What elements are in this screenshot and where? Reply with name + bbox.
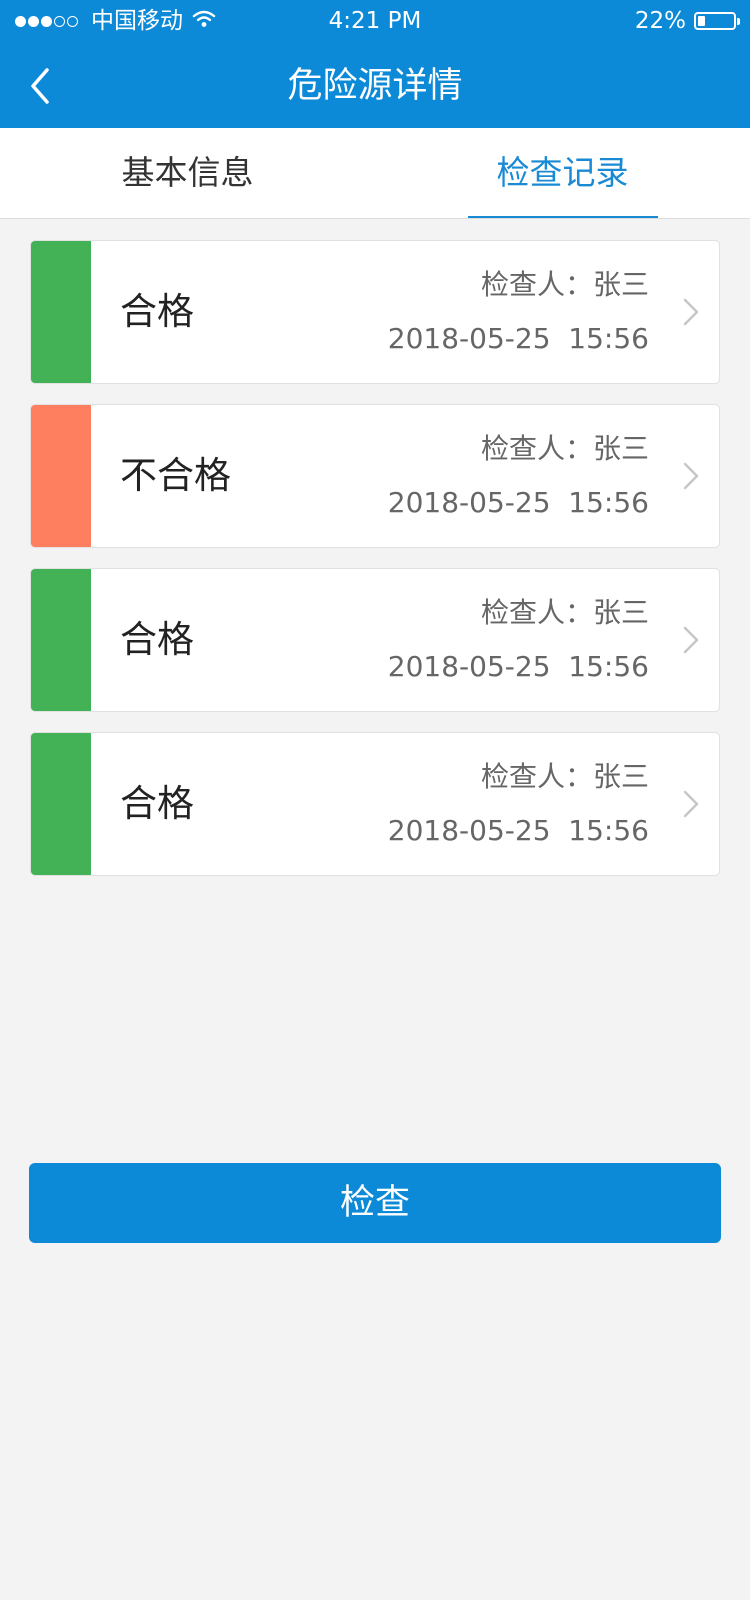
chevron-right-icon: [683, 298, 699, 326]
top-bar: 中国移动 4:21 PM 22% 危险源详情: [0, 0, 750, 128]
record-datetime: 2018-05-25 15:56: [387, 322, 649, 355]
back-button[interactable]: [18, 56, 78, 116]
battery-percent: 22%: [634, 8, 686, 34]
record-datetime: 2018-05-25 15:56: [387, 486, 649, 519]
record-inspector: 检查人：张三: [480, 432, 649, 465]
record-status: 合格: [120, 782, 194, 825]
chevron-right-icon: [683, 626, 699, 654]
chevron-right-icon: [683, 462, 699, 490]
page-title: 危险源详情: [287, 66, 463, 106]
record-inspector: 检查人：张三: [480, 760, 649, 793]
record-inspector: 检查人：张三: [480, 596, 649, 629]
chevron-left-icon: [31, 68, 49, 104]
record-status: 合格: [120, 290, 194, 333]
status-color-stripe: [31, 569, 91, 711]
status-color-stripe: [31, 405, 91, 547]
record-status: 合格: [120, 618, 194, 661]
status-color-stripe: [31, 733, 91, 875]
record-datetime: 2018-05-25 15:56: [387, 650, 649, 683]
tab-basic-info[interactable]: 基本信息: [0, 128, 375, 218]
record-datetime: 2018-05-25 15:56: [387, 814, 649, 847]
record-card[interactable]: 不合格 检查人：张三 2018-05-25 15:56: [30, 404, 720, 548]
status-bar: 中国移动 4:21 PM 22%: [0, 0, 750, 44]
record-inspector: 检查人：张三: [480, 268, 649, 301]
tab-inspection-records[interactable]: 检查记录: [375, 128, 750, 218]
battery-icon: [694, 12, 736, 30]
status-color-stripe: [31, 241, 91, 383]
battery-tip: [737, 18, 740, 25]
tab-bar: 基本信息 检查记录: [0, 128, 750, 219]
check-button[interactable]: 检查: [29, 1163, 721, 1243]
chevron-right-icon: [683, 790, 699, 818]
record-card[interactable]: 合格 检查人：张三 2018-05-25 15:56: [30, 240, 720, 384]
record-card[interactable]: 合格 检查人：张三 2018-05-25 15:56: [30, 568, 720, 712]
battery-level: [698, 16, 705, 26]
active-tab-indicator: [468, 216, 658, 218]
record-status: 不合格: [120, 454, 231, 497]
nav-bar: 危险源详情: [0, 44, 750, 128]
record-card[interactable]: 合格 检查人：张三 2018-05-25 15:56: [30, 732, 720, 876]
